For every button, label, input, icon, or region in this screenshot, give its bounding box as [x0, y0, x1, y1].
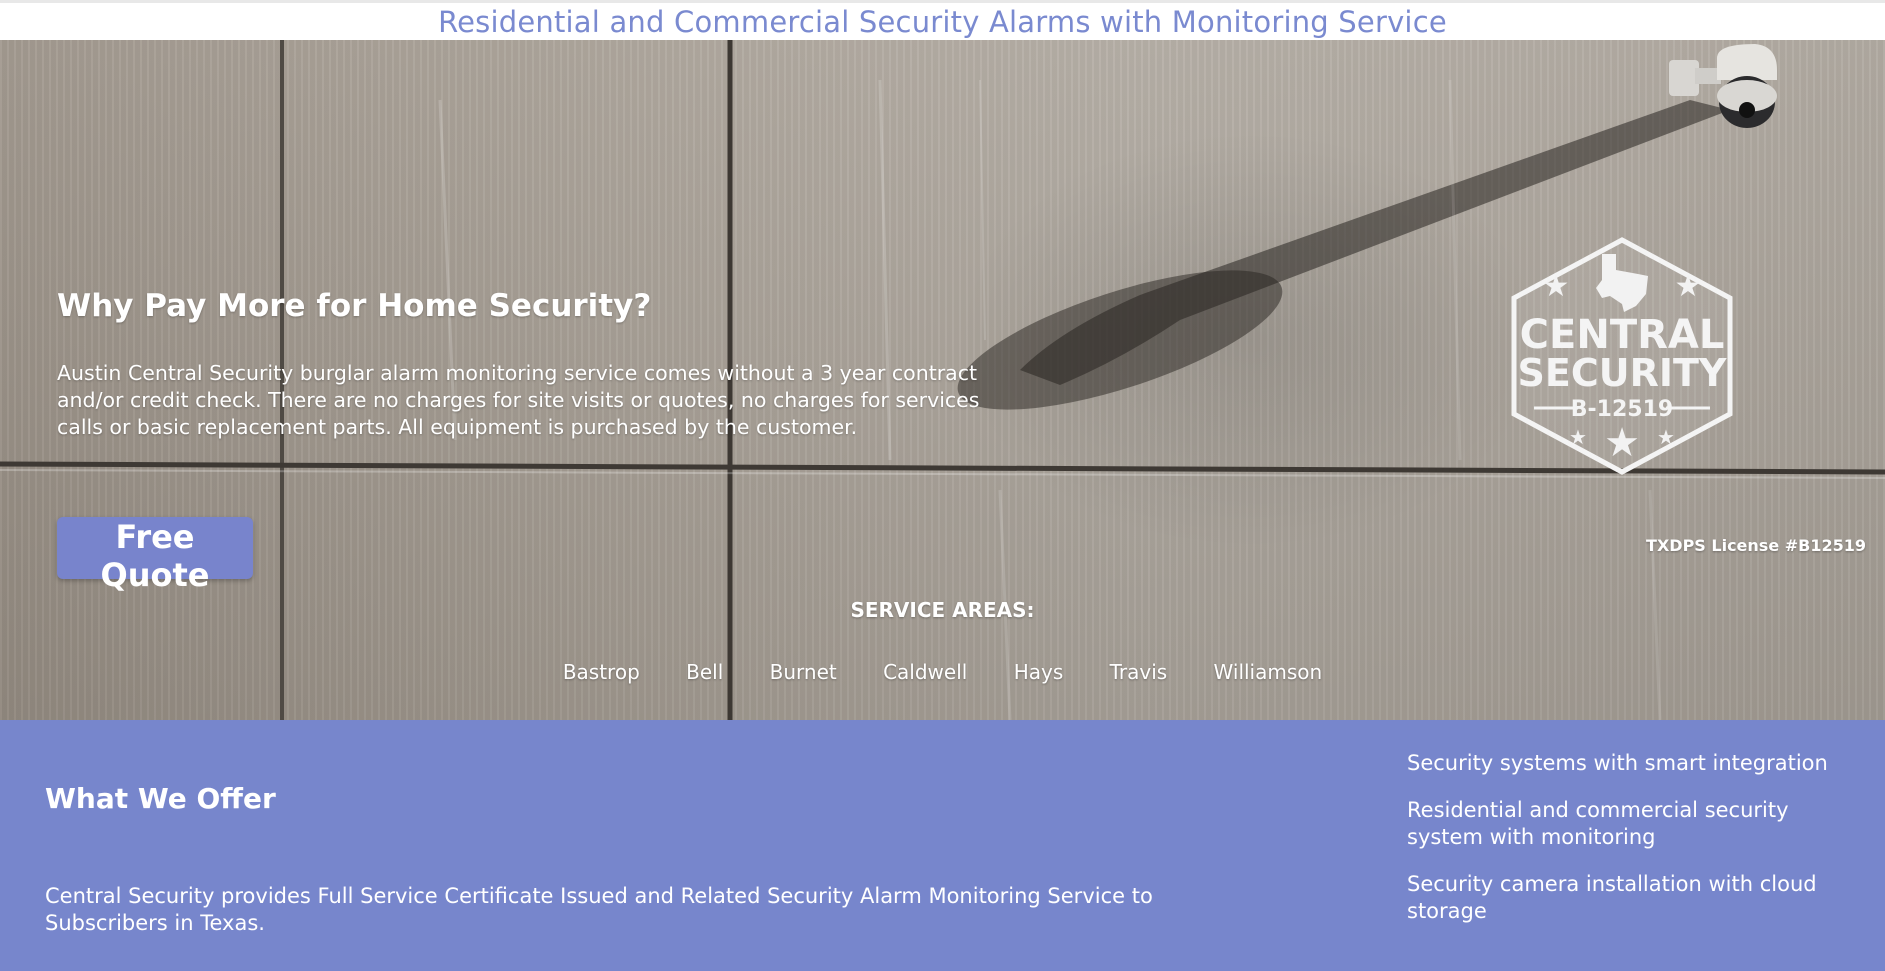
svg-text:★: ★	[1657, 425, 1675, 449]
service-area-hays[interactable]: Hays	[1014, 660, 1064, 684]
svg-text:★: ★	[1604, 420, 1640, 466]
offer-item: Residential and commercial security syst…	[1407, 798, 1789, 849]
offer-item: Security camera installation with cloud …	[1407, 872, 1817, 923]
service-area-caldwell[interactable]: Caldwell	[883, 660, 967, 684]
logo-line-2: SECURITY	[1518, 351, 1727, 395]
offer-item: Security systems with smart integration	[1407, 751, 1828, 775]
offer-list: Security systems with smart integration …	[1407, 750, 1847, 945]
service-areas-list: Bastrop Bell Burnet Caldwell Hays Travis…	[0, 660, 1885, 684]
svg-text:★: ★	[1675, 269, 1702, 304]
svg-text:★: ★	[1569, 425, 1587, 449]
what-we-offer-section: What We Offer Central Security provides …	[0, 720, 1885, 971]
hero-section: Why Pay More for Home Security? Austin C…	[0, 40, 1885, 720]
offer-description: Central Security provides Full Service C…	[45, 884, 1153, 935]
service-area-burnet[interactable]: Burnet	[770, 660, 837, 684]
central-security-logo: ★ ★ ★ ★ ★ CENTRAL SECURITY B-12519	[1511, 237, 1733, 475]
hero-description: Austin Central Security burglar alarm mo…	[57, 361, 980, 439]
page-title: Residential and Commercial Security Alar…	[438, 5, 1447, 39]
free-quote-button[interactable]: Free Quote	[57, 517, 253, 594]
service-area-williamson[interactable]: Williamson	[1214, 660, 1323, 684]
service-area-bastrop[interactable]: Bastrop	[563, 660, 640, 684]
svg-text:★: ★	[1543, 269, 1570, 304]
hero-heading: Why Pay More for Home Security?	[57, 288, 652, 324]
offer-heading: What We Offer	[45, 782, 276, 815]
top-banner: Residential and Commercial Security Alar…	[0, 0, 1885, 40]
service-area-travis[interactable]: Travis	[1110, 660, 1168, 684]
license-label: TXDPS License #B12519	[1646, 536, 1866, 555]
service-areas-heading: SERVICE AREAS:	[850, 598, 1035, 622]
logo-line-3: B-12519	[1571, 397, 1673, 422]
security-camera-icon	[1669, 44, 1777, 128]
service-area-bell[interactable]: Bell	[686, 660, 723, 684]
